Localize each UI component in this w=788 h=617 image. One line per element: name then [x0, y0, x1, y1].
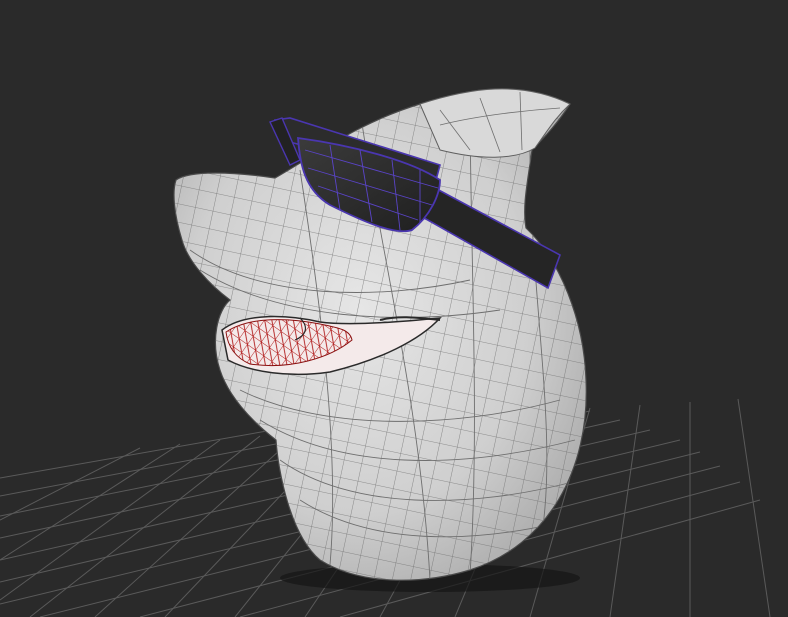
3d-viewport[interactable]	[0, 0, 788, 617]
viewport-canvas[interactable]	[0, 0, 788, 617]
